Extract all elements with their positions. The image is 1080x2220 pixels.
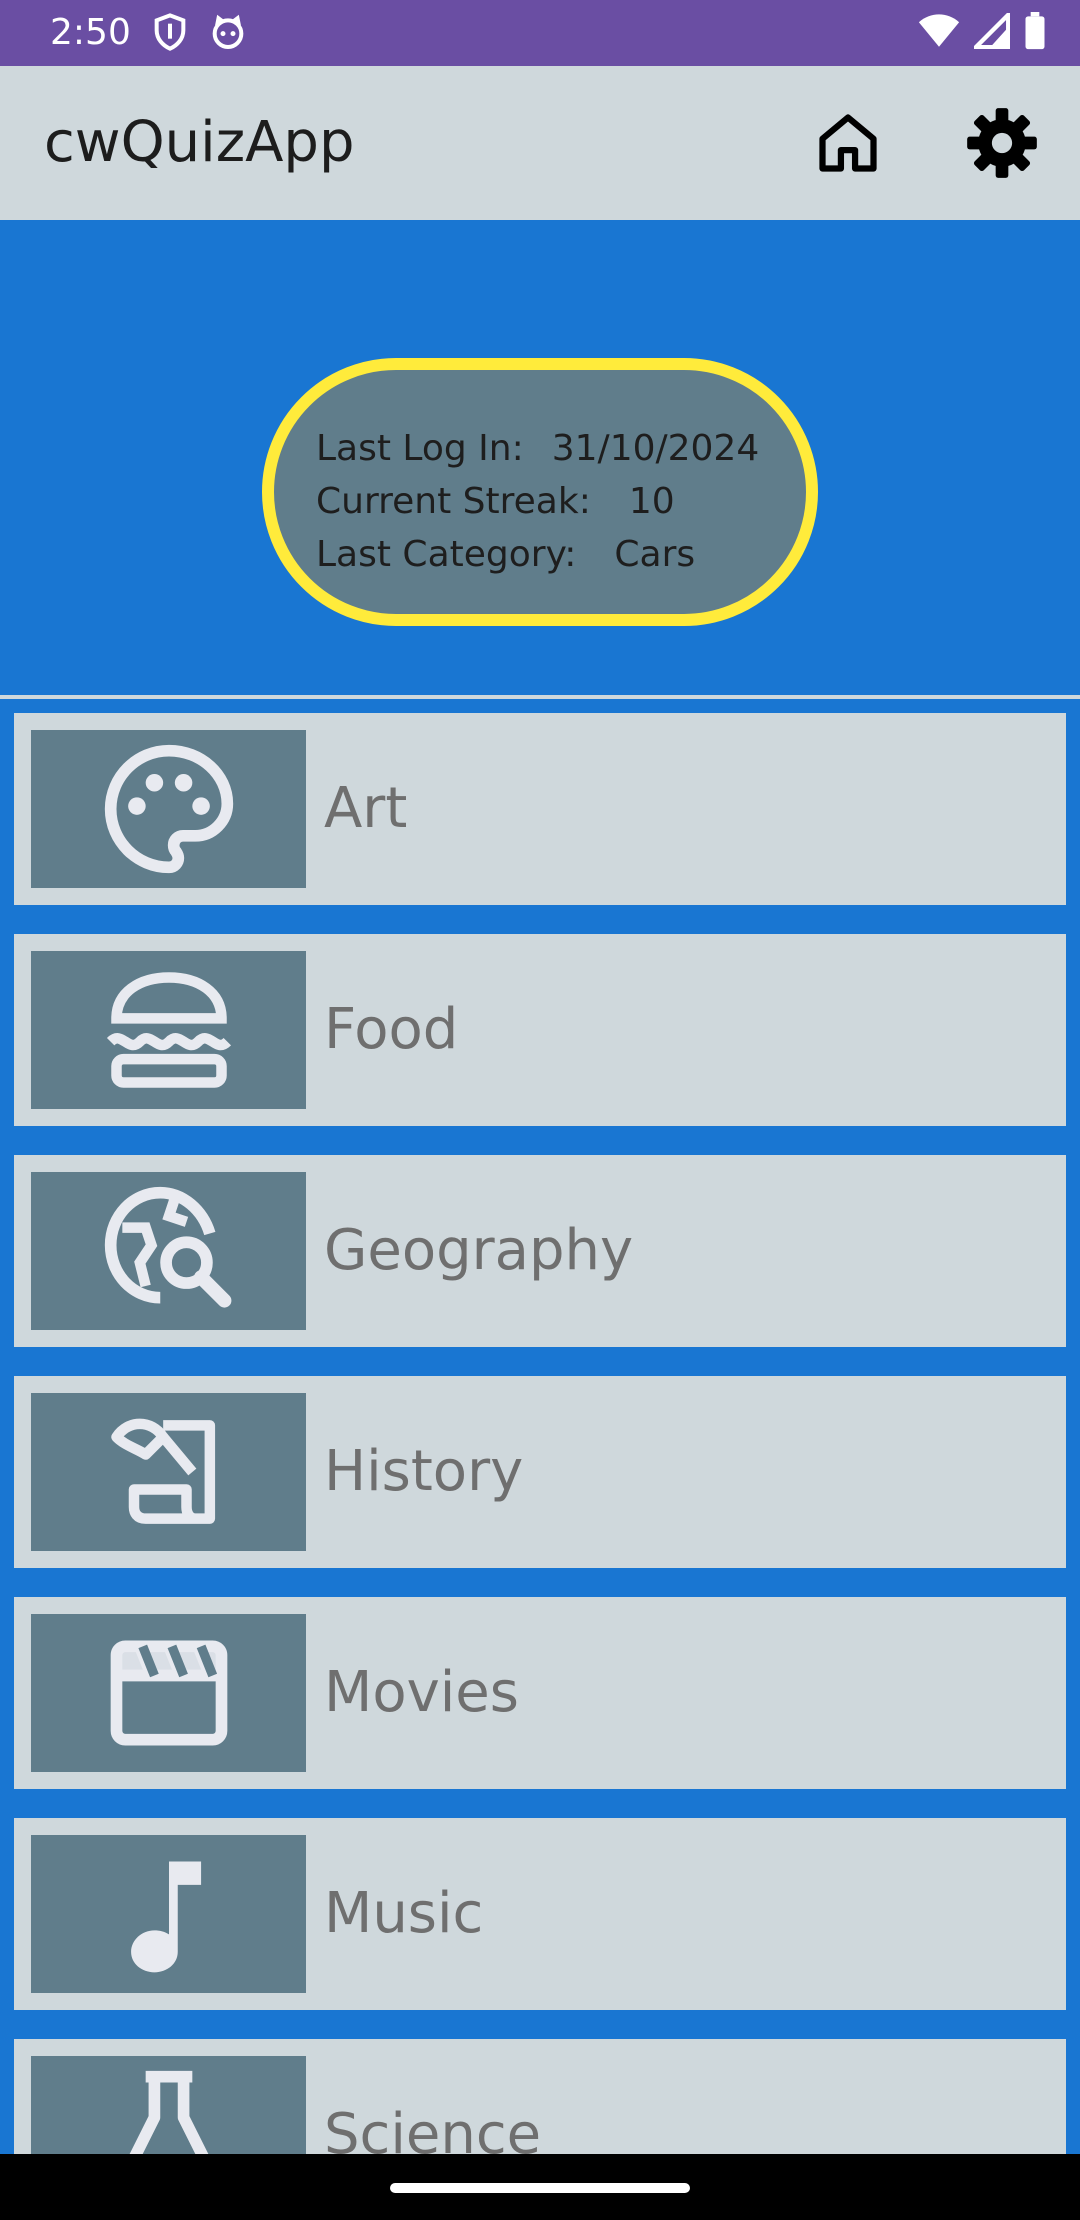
category-label: Music: [324, 1881, 484, 1946]
gear-icon: [967, 108, 1037, 178]
palette-icon: [104, 744, 233, 874]
category-label: Food: [324, 997, 459, 1062]
streak-label: Current Streak:: [316, 481, 591, 522]
clapperboard-icon: [110, 1640, 227, 1746]
cat-face-icon: [212, 14, 244, 50]
category-label: Art: [324, 776, 408, 841]
last-login-row: Last Log In: 31/10/2024: [316, 422, 759, 475]
category-music[interactable]: Music: [14, 1818, 1066, 2010]
streak-value: 10: [628, 481, 675, 522]
category-movies[interactable]: Movies: [14, 1597, 1066, 1789]
burger-icon: [106, 972, 231, 1088]
home-button[interactable]: [808, 103, 888, 183]
stats-card: Last Log In: 31/10/2024 Current Streak: 10…: [262, 358, 818, 626]
last-category-row: Last Category: Cars: [316, 528, 759, 581]
category-label: Movies: [324, 1660, 519, 1725]
last-category-value: Cars: [614, 534, 696, 575]
wifi-icon: [918, 14, 960, 47]
streak-row: Current Streak: 10: [316, 475, 759, 528]
category-label: Geography: [324, 1218, 634, 1283]
last-category-label: Last Category:: [316, 534, 577, 575]
globe-search-icon: [104, 1186, 231, 1308]
battery-icon: [1025, 12, 1045, 50]
category-art[interactable]: Art: [14, 713, 1066, 905]
signal-icon: [974, 13, 1010, 49]
home-gesture-handle[interactable]: [390, 2183, 690, 2193]
last-login-label: Last Log In:: [316, 428, 524, 469]
category-history[interactable]: History: [14, 1376, 1066, 1568]
shield-icon: [154, 13, 186, 51]
navigation-bar: [0, 2154, 1080, 2220]
status-bar: 2:50: [0, 0, 1080, 66]
status-time: 2:50: [50, 12, 131, 53]
divider: [0, 695, 1080, 699]
app-bar: cwQuizApp: [0, 66, 1080, 220]
last-login-value: 31/10/2024: [551, 428, 760, 469]
app-title: cwQuizApp: [44, 110, 355, 175]
stats-header: Last Log In: 31/10/2024 Current Streak: 10…: [0, 220, 1080, 696]
category-label: History: [324, 1439, 524, 1504]
category-geography[interactable]: Geography: [14, 1155, 1066, 1347]
category-food[interactable]: Food: [14, 934, 1066, 1126]
music-note-icon: [130, 1861, 201, 1973]
settings-button[interactable]: [962, 103, 1042, 183]
scroll-icon: [110, 1418, 215, 1524]
home-icon: [819, 114, 877, 172]
